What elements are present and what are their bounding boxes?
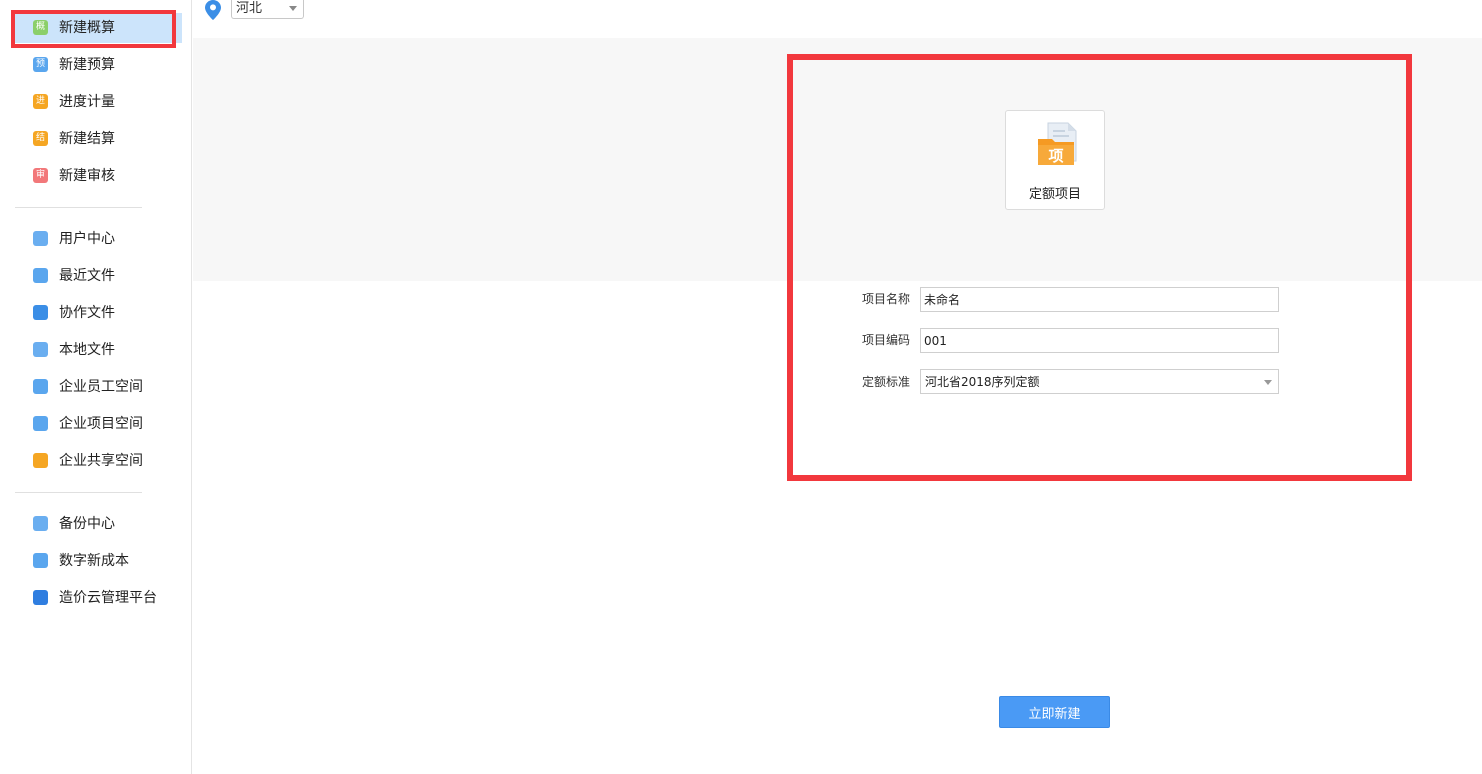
sidebar-item-label: 最近文件 [59, 268, 115, 284]
sidebar-item-label: 数字新成本 [59, 553, 129, 569]
budget-icon: 预 [33, 57, 48, 72]
user-icon [33, 231, 48, 246]
sidebar-item-label: 新建概算 [59, 20, 115, 36]
sidebar-item-cost-cloud[interactable]: 造价云管理平台 [14, 583, 182, 613]
sidebar-item-label: 企业共享空间 [59, 453, 143, 469]
sidebar-item-label: 企业项目空间 [59, 416, 143, 432]
quota-standard-value: 河北省2018序列定额 [925, 375, 1040, 389]
sidebar-item-user-center[interactable]: 用户中心 [14, 224, 182, 254]
recent-file-icon [33, 268, 48, 283]
quota-project-icon: 项 [1038, 122, 1077, 165]
sidebar-divider [15, 492, 142, 493]
sidebar-item-new-estimate[interactable]: 概新建概算 [14, 13, 182, 43]
project-code-input[interactable] [920, 328, 1279, 353]
sidebar-divider [15, 207, 142, 208]
sidebar-item-label: 新建审核 [59, 168, 115, 184]
sidebar-item-collab-files[interactable]: 协作文件 [14, 298, 182, 328]
sidebar-item-label: 新建预算 [59, 57, 115, 73]
share-icon [33, 453, 48, 468]
card-icon-glyph: 项 [1048, 147, 1063, 165]
sidebar-item-shared-space[interactable]: 企业共享空间 [14, 446, 182, 476]
quota-project-card[interactable]: 项 定额项目 [1005, 110, 1105, 210]
audit-icon: 审 [33, 168, 48, 183]
create-now-button[interactable]: 立即新建 [999, 696, 1110, 728]
chevron-down-icon [289, 6, 297, 11]
sidebar-item-label: 进度计量 [59, 94, 115, 110]
backup-icon [33, 516, 48, 531]
chevron-down-icon [1264, 380, 1272, 385]
quota-standard-select[interactable]: 河北省2018序列定额 [920, 369, 1279, 394]
project-name-input[interactable] [920, 287, 1279, 312]
cloud-icon [33, 590, 48, 605]
sidebar-item-label: 新建结算 [59, 131, 115, 147]
sidebar-item-label: 企业员工空间 [59, 379, 143, 395]
progress-icon: 进 [33, 94, 48, 109]
digital-cost-icon [33, 553, 48, 568]
sidebar-item-new-settlement[interactable]: 结新建结算 [14, 124, 182, 154]
collaboration-icon [33, 305, 48, 320]
sidebar-item-new-audit[interactable]: 审新建审核 [14, 161, 182, 191]
project-code-label: 项目编码 [862, 333, 911, 347]
sidebar-item-label: 本地文件 [59, 342, 115, 358]
sidebar-item-project-space[interactable]: 企业项目空间 [14, 409, 182, 439]
quota-standard-label: 定额标准 [862, 375, 911, 389]
sidebar-item-progress-measure[interactable]: 进进度计量 [14, 87, 182, 117]
sidebar-item-new-budget[interactable]: 预新建预算 [14, 50, 182, 80]
layers-icon [33, 416, 48, 431]
project-name-label: 项目名称 [862, 292, 911, 306]
sidebar: 概新建概算预新建预算进进度计量结新建结算审新建审核用户中心最近文件协作文件本地文… [0, 0, 192, 774]
location-pin-icon [205, 0, 221, 20]
sidebar-item-label: 用户中心 [59, 231, 115, 247]
template-band [193, 38, 1482, 281]
sidebar-item-label: 协作文件 [59, 305, 115, 321]
sidebar-item-label: 备份中心 [59, 516, 115, 532]
region-select[interactable]: 河北 [231, 0, 304, 19]
sidebar-item-recent-files[interactable]: 最近文件 [14, 261, 182, 291]
sidebar-item-local-files[interactable]: 本地文件 [14, 335, 182, 365]
quota-project-label: 定额项目 [1028, 187, 1081, 202]
sidebar-item-backup-center[interactable]: 备份中心 [14, 509, 182, 539]
building-icon [33, 379, 48, 394]
local-file-icon [33, 342, 48, 357]
sidebar-item-staff-space[interactable]: 企业员工空间 [14, 372, 182, 402]
estimate-icon: 概 [33, 20, 48, 35]
settlement-icon: 结 [33, 131, 48, 146]
sidebar-item-label: 造价云管理平台 [59, 590, 157, 606]
region-select-value: 河北 [236, 1, 263, 16]
sidebar-item-digital-cost[interactable]: 数字新成本 [14, 546, 182, 576]
